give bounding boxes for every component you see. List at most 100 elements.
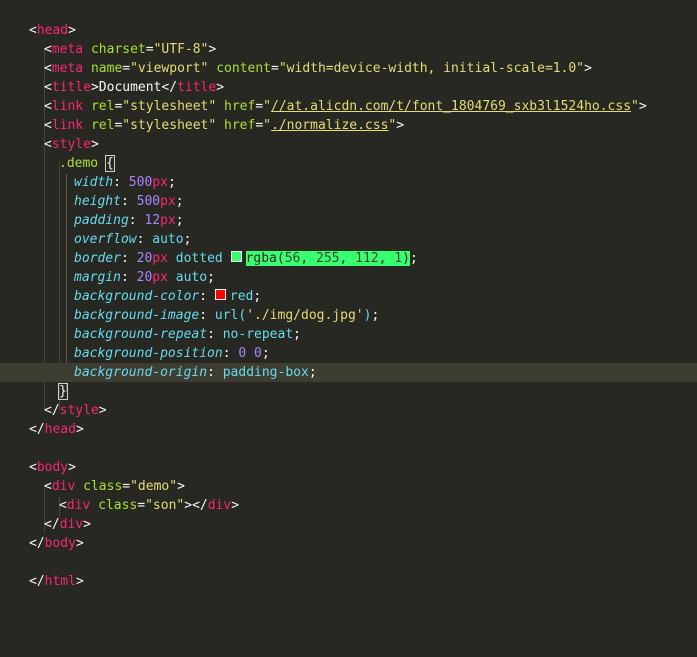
token-unit: px [152,175,168,190]
code-line-28[interactable]: </body> [29,534,84,553]
token-tag: html [44,574,76,589]
token-punct: </ [192,498,208,513]
token-text: Document [98,80,162,95]
token-tag: body [36,460,69,475]
token-punct: > [638,99,647,114]
token-tag: style [51,137,91,152]
token-punct: = [122,61,131,76]
code-line-3[interactable]: <meta name="viewport" content="width=dev… [44,59,592,78]
token-punct: : [222,346,239,361]
token-attr: rel [90,99,115,114]
token-punct: > [184,498,193,513]
token-unit: px [160,194,176,209]
token-property: overflow [74,232,137,247]
code-line-14[interactable]: margin: 20px auto; [74,268,215,287]
color-swatch-red[interactable] [214,289,226,300]
token-tag: div [51,479,76,494]
token-punct: > [75,422,84,437]
token-punct: ; [371,308,380,323]
token-tag: div [207,498,232,513]
token-number: 20 [136,251,153,266]
token-punct: ; [207,270,215,285]
token-punct: > [177,479,185,494]
code-line-19-active[interactable]: background-origin: padding-box; [0,363,697,382]
code-line-2[interactable]: <meta charset="UTF-8"> [44,40,216,59]
code-line-12[interactable]: overflow: auto; [74,230,191,249]
code-line-24[interactable]: <body> [29,458,76,477]
code-line-6[interactable]: <link rel="stylesheet" href="./normalize… [44,116,404,135]
token-tag: head [36,23,69,38]
token-property: padding [74,213,129,228]
token-tag: div [66,498,91,513]
token-punct: = [137,498,146,513]
token-attr: href [224,118,256,133]
token-punct: = [122,479,131,494]
token-attr: content [216,61,272,76]
token-property: background-origin [74,365,208,380]
code-line-11[interactable]: padding: 12px; [74,211,184,230]
code-line-15[interactable]: background-color: red; [74,287,261,306]
code-line-7[interactable]: <style> [44,135,99,154]
token-keyword: dotted [167,251,231,266]
line-gutter [0,0,8,657]
code-line-25[interactable]: <div class="demo"> [44,477,185,496]
token-punct: </ [161,80,178,95]
token-function: url( [214,308,247,323]
token-punct: </ [44,403,60,418]
code-line-17[interactable]: background-repeat: no-repeat; [74,325,301,344]
token-number: 500 [128,175,153,190]
token-property: border [74,251,121,266]
token-punct: < [44,80,52,95]
token-attr: rel [90,118,115,133]
token-punct: : [207,365,223,380]
code-line-10[interactable]: height: 500px; [74,192,184,211]
token-punct: : [120,270,137,285]
code-line-8[interactable]: .demo { [59,154,115,173]
code-line-27[interactable]: </div> [44,515,91,534]
token-punct: : [113,175,129,190]
token-tag: link [51,99,84,114]
code-line-30[interactable]: </html> [29,572,84,591]
token-string: "UTF-8" [153,42,209,57]
token-punct: > [83,517,91,532]
token-punct: < [29,460,37,475]
code-line-22[interactable]: </head> [29,420,84,439]
token-tag: title [51,80,91,95]
token-string: " [631,99,639,114]
code-line-18[interactable]: background-position: 0 0; [74,344,270,363]
code-line-4[interactable]: <title>Document</title> [44,78,224,97]
token-string: "stylesheet" [122,99,217,114]
token-function: rgba( [245,251,285,266]
token-punct: > [396,118,405,133]
token-url-link[interactable]: ./normalize.css [271,118,388,133]
token-url-link[interactable]: //at.alicdn.com/t/font_1804769_sxb3l1524… [271,99,631,114]
token-tag: body [44,536,76,551]
token-punct: = [255,118,264,133]
code-line-16[interactable]: background-image: url('./img/dog.jpg'); [74,306,379,325]
code-line-20[interactable]: } [58,382,68,401]
token-unit: px [160,213,176,228]
code-line-5[interactable]: <link rel="stylesheet" href="//at.alicdn… [44,97,647,116]
code-editor[interactable]: <head> <meta charset="UTF-8"> <meta name… [0,0,697,657]
code-line-21[interactable]: </style> [44,401,107,420]
token-punct: > [98,403,107,418]
token-tag: link [51,118,84,133]
token-keyword: auto [152,232,184,247]
token-punct: = [271,61,279,76]
token-property: height [74,194,121,209]
token-punct: </ [29,422,45,437]
token-selector: .demo [59,156,99,171]
color-highlight[interactable]: rgba(56, 255, 112, 1) [245,251,410,266]
token-punct: : [199,308,215,323]
code-line-13[interactable]: border: 20px dotted rgba(56, 255, 112, 1… [74,249,418,268]
code-line-26[interactable]: <div class="son"></div> [59,496,239,515]
code-line-1[interactable]: <head> [29,21,76,40]
token-brace-matched: } [58,383,68,400]
token-punct: ; [183,232,192,247]
token-punct: < [44,118,52,133]
token-tag: style [59,403,99,418]
token-string: "viewport" [130,61,209,76]
code-line-9[interactable]: width: 500px; [74,173,176,192]
token-punct: = [145,42,154,57]
color-swatch-green[interactable] [230,251,242,262]
